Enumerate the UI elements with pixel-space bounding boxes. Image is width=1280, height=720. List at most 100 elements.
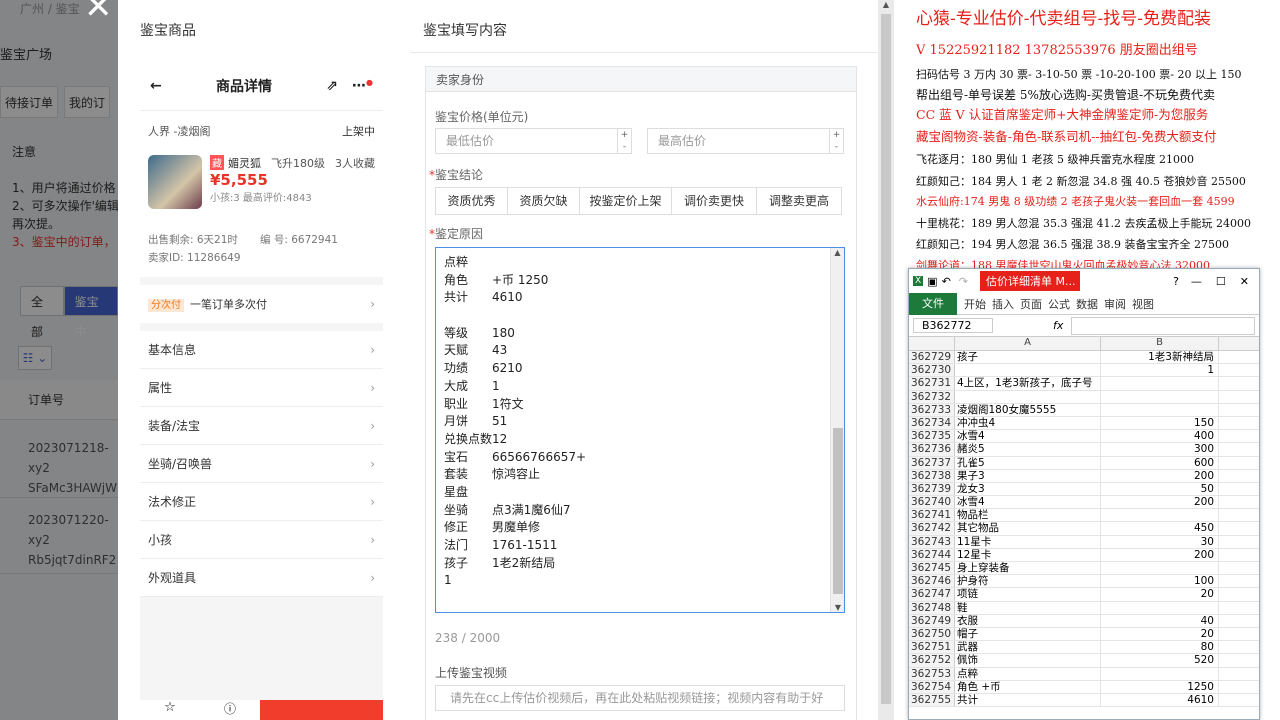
maximize-icon[interactable]: ☐ [1216, 275, 1226, 288]
ribbon-tab[interactable]: 视图 [1132, 296, 1154, 312]
table-row[interactable]: 362754 角色 +币 1250 [909, 680, 1259, 694]
menu-attributes[interactable]: 属性 › [140, 369, 383, 407]
table-row[interactable]: 362750 帽子 20 [909, 627, 1259, 642]
cell[interactable] [1101, 390, 1219, 403]
table-row[interactable]: 362733 凌烟阁180女魔5555 [909, 403, 1259, 417]
video-link-input[interactable]: 请先在cc上传估价视频后，再在此处粘贴视频链接；视频内容有助于好 [435, 685, 845, 711]
cell[interactable]: 1250 [1101, 680, 1219, 693]
cell[interactable]: 孩子 [955, 351, 1101, 364]
ribbon-tab[interactable]: 开始 [964, 296, 986, 312]
cell[interactable] [1101, 377, 1219, 390]
undo-icon[interactable]: ↶ [942, 275, 951, 288]
cell[interactable] [1101, 601, 1219, 614]
cell[interactable]: 孔雀5 [955, 456, 1101, 469]
cell[interactable] [1101, 509, 1219, 522]
cell[interactable]: 450 [1101, 522, 1219, 535]
name-box[interactable]: B362772 [913, 318, 993, 333]
menu-basic-info[interactable]: 基本信息 › [140, 331, 383, 369]
cell[interactable]: 1老3新神结局 [1101, 351, 1219, 364]
close-icon[interactable]: ✕ [1240, 275, 1249, 288]
table-row[interactable]: 362742 其它物品 450 [909, 522, 1259, 536]
table-row[interactable]: 362734 冲冲虫4 150 [909, 416, 1259, 431]
table-row[interactable]: 362729 孩子 1老3新神结局 [909, 351, 1259, 365]
menu-equipment[interactable]: 装备/法宝 › [140, 407, 383, 445]
menu-child[interactable]: 小孩 › [140, 521, 383, 559]
textarea-scrollbar[interactable]: ▲ ▼ [830, 248, 844, 612]
table-row[interactable]: 362738 果子3 200 [909, 469, 1259, 483]
table-row[interactable]: 362741 物品栏 [909, 509, 1259, 523]
cell[interactable]: 50 [1101, 482, 1219, 496]
cell[interactable]: 项链 [955, 588, 1101, 601]
item-card[interactable]: 藏媚灵狐 飞升180级 3人收藏 ¥5,555 小孩:3 最高评价:4843 [140, 147, 383, 217]
cell[interactable]: 200 [1101, 469, 1219, 482]
ribbon-tab[interactable]: 公式 [1048, 296, 1070, 312]
cell[interactable] [1101, 562, 1219, 575]
help-icon[interactable]: ? [1173, 275, 1179, 288]
cell[interactable]: 600 [1101, 456, 1219, 469]
minimize-icon[interactable]: — [1191, 275, 1202, 288]
cell[interactable]: 40 [1101, 614, 1219, 627]
column-a[interactable]: A [955, 337, 1101, 350]
table-row[interactable]: 362739 龙女3 50 [909, 482, 1259, 497]
table-row[interactable]: 362744 12星卡 200 [909, 548, 1259, 562]
cell[interactable] [955, 364, 1101, 377]
more-icon[interactable]: ⋯● [352, 78, 373, 94]
cell[interactable] [955, 390, 1101, 403]
cell[interactable]: 衣服 [955, 614, 1101, 627]
cell[interactable]: 共计 [955, 693, 1101, 707]
installment-row[interactable]: 分次付 一笔订单多次付 › [140, 285, 383, 323]
stepper-icon[interactable]: + - [617, 129, 631, 153]
cell[interactable]: 11星卡 [955, 535, 1101, 548]
cell[interactable]: 200 [1101, 496, 1219, 509]
redo-icon[interactable]: ↷ [959, 275, 968, 288]
cell[interactable]: 150 [1101, 416, 1219, 430]
buy-button[interactable] [260, 700, 383, 720]
cell[interactable]: 鞋 [955, 601, 1101, 614]
save-icon[interactable]: ▣ [927, 275, 937, 288]
cell[interactable]: 4上区，1老3新孩子，底子号 [955, 377, 1101, 390]
table-row[interactable]: 362740 冰雪4 200 [909, 496, 1259, 510]
conclusion-higher-button[interactable]: 调整卖更高 [756, 187, 842, 215]
cell[interactable]: 护身符 [955, 575, 1101, 588]
cell[interactable]: 帽子 [955, 627, 1101, 641]
menu-mounts[interactable]: 坐骑/召唤兽 › [140, 445, 383, 483]
table-row[interactable]: 362732 [909, 390, 1259, 404]
cell[interactable]: 300 [1101, 443, 1219, 456]
ribbon-tab[interactable]: 审阅 [1104, 296, 1126, 312]
table-row[interactable]: 362752 佩饰 520 [909, 654, 1259, 668]
cell[interactable]: 点粹 [955, 667, 1101, 680]
cell[interactable]: 赭炎5 [955, 443, 1101, 456]
formula-input[interactable] [1071, 316, 1255, 335]
table-row[interactable]: 362731 4上区，1老3新孩子，底子号 [909, 377, 1259, 391]
back-arrow-icon[interactable]: ← [150, 78, 162, 94]
ribbon-tab[interactable]: 页面 [1020, 296, 1042, 312]
cell[interactable]: 武器 [955, 641, 1101, 654]
cell[interactable]: 100 [1101, 575, 1219, 588]
conclusion-faster-button[interactable]: 调价卖更快 [671, 187, 757, 215]
table-row[interactable]: 362749 衣服 40 [909, 614, 1259, 628]
cell[interactable]: 果子3 [955, 469, 1101, 482]
cell[interactable]: 20 [1101, 588, 1219, 601]
cell[interactable]: 凌烟阁180女魔5555 [955, 403, 1101, 416]
cell[interactable]: 物品栏 [955, 509, 1101, 522]
cell[interactable]: 1 [1101, 364, 1219, 377]
cell[interactable]: 龙女3 [955, 482, 1101, 496]
min-price-input[interactable]: 最低估价 + - [435, 128, 632, 154]
table-row[interactable]: 362745 身上穿装备 [909, 562, 1259, 576]
cell[interactable]: 冰雪4 [955, 496, 1101, 509]
conclusion-list-button[interactable]: 按鉴定价上架 [579, 187, 672, 215]
fx-icon[interactable]: fx [1053, 319, 1063, 332]
close-icon[interactable]: ✕ [84, 0, 113, 24]
table-row[interactable]: 362737 孔雀5 600 [909, 456, 1259, 470]
conclusion-excellent-button[interactable]: 资质优秀 [435, 187, 508, 215]
column-b[interactable]: B [1101, 337, 1219, 350]
cell[interactable]: 400 [1101, 430, 1219, 443]
ribbon-tab[interactable]: 插入 [992, 296, 1014, 312]
table-row[interactable]: 362736 赭炎5 300 [909, 443, 1259, 457]
cell[interactable]: 身上穿装备 [955, 562, 1101, 575]
cell[interactable]: 20 [1101, 627, 1219, 641]
table-row[interactable]: 362747 项链 20 [909, 588, 1259, 602]
ribbon-file[interactable]: 文件 [909, 292, 957, 315]
conclusion-lacking-button[interactable]: 资质欠缺 [507, 187, 580, 215]
stepper-icon[interactable]: + - [829, 129, 843, 153]
